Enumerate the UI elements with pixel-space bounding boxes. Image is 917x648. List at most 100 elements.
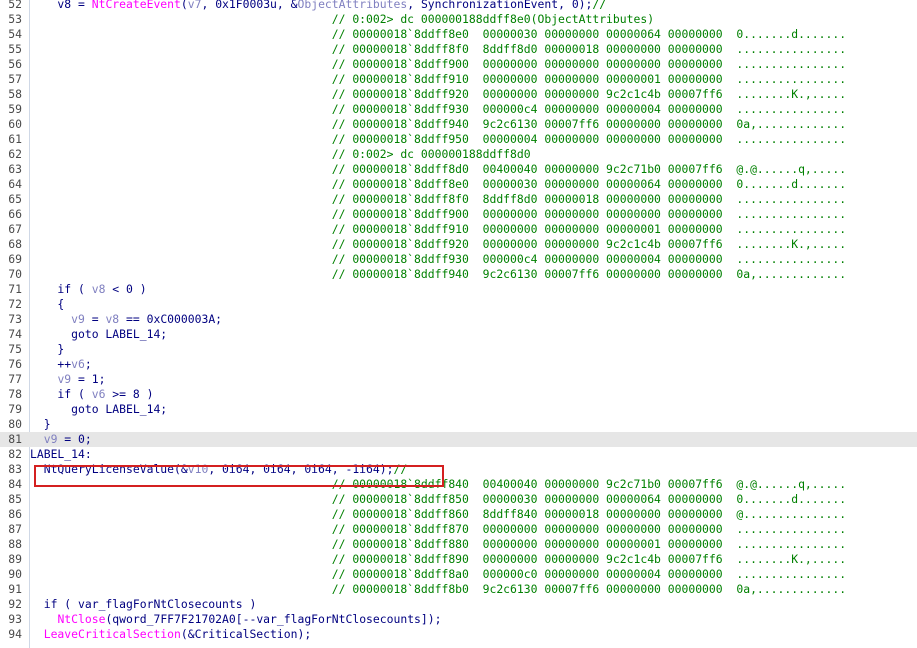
code-token-comment: // 00000018`8ddff950 00000004 00000000 0…: [30, 132, 847, 146]
code-text: ++v6;: [30, 357, 91, 372]
line-number: 77: [8, 372, 22, 386]
code-line[interactable]: 94 LeaveCriticalSection(&CriticalSection…: [0, 627, 917, 642]
code-token-plain: >= 8 ): [105, 387, 154, 401]
line-number: 86: [8, 507, 22, 521]
code-token-plain: (: [180, 0, 188, 11]
code-line[interactable]: 59 // 00000018`8ddff930 000000c4 0000000…: [0, 102, 917, 117]
code-line[interactable]: 72 {: [0, 297, 917, 312]
code-line[interactable]: 61 // 00000018`8ddff950 00000004 0000000…: [0, 132, 917, 147]
code-line[interactable]: 65 // 00000018`8ddff8f0 8ddff8d0 0000001…: [0, 192, 917, 207]
code-line[interactable]: 83 NtQueryLicenseValue(&v10, 0i64, 0i64,…: [0, 462, 917, 477]
line-number: 87: [8, 522, 22, 536]
code-token-func: LeaveCriticalSection: [43, 627, 181, 641]
line-number: 55: [8, 42, 22, 56]
code-line[interactable]: 87 // 00000018`8ddff870 00000000 0000000…: [0, 522, 917, 537]
code-line[interactable]: 71 if ( v8 < 0 ): [0, 282, 917, 297]
code-line[interactable]: 70 // 00000018`8ddff940 9c2c6130 00007ff…: [0, 267, 917, 282]
code-text: if ( v8 < 0 ): [30, 282, 147, 297]
code-line[interactable]: 57 // 00000018`8ddff910 00000000 0000000…: [0, 72, 917, 87]
code-line[interactable]: 76 ++v6;: [0, 357, 917, 372]
code-line[interactable]: 52 v8 = NtCreateEvent(v7, 0x1F0003u, &Ob…: [0, 0, 917, 12]
code-line[interactable]: 86 // 00000018`8ddff860 8ddff840 0000001…: [0, 507, 917, 522]
code-text: // 00000018`8ddff940 9c2c6130 00007ff6 0…: [30, 267, 846, 282]
code-token-plain: }: [30, 342, 65, 356]
line-number: 52: [8, 0, 22, 11]
code-text: v9 = v8 == 0xC000003A;: [30, 312, 222, 327]
code-line[interactable]: 55 // 00000018`8ddff8f0 8ddff8d0 0000001…: [0, 42, 917, 57]
code-text: {: [30, 297, 64, 312]
code-line[interactable]: 62 // 0:002> dc 000000188ddff8d0: [0, 147, 917, 162]
code-line[interactable]: 79 goto LABEL_14;: [0, 402, 917, 417]
code-line[interactable]: 78 if ( v6 >= 8 ): [0, 387, 917, 402]
code-line[interactable]: 90 // 00000018`8ddff8a0 000000c0 0000000…: [0, 567, 917, 582]
code-line[interactable]: 64 // 00000018`8ddff8e0 00000030 0000000…: [0, 177, 917, 192]
line-number: 75: [8, 342, 22, 356]
code-token-plain: (qword_7FF7F21702A0[--var_flagForNtClose…: [105, 612, 442, 626]
code-line[interactable]: 60 // 00000018`8ddff940 9c2c6130 00007ff…: [0, 117, 917, 132]
code-line[interactable]: 69 // 00000018`8ddff930 000000c4 0000000…: [0, 252, 917, 267]
code-line[interactable]: 54 // 00000018`8ddff8e0 00000030 0000000…: [0, 27, 917, 42]
code-line[interactable]: 92 if ( var_flagForNtClosecounts ): [0, 597, 917, 612]
code-line[interactable]: 80 }: [0, 417, 917, 432]
code-text: LeaveCriticalSection(&CriticalSection);: [30, 627, 311, 642]
code-line[interactable]: 91 // 00000018`8ddff8b0 9c2c6130 00007ff…: [0, 582, 917, 597]
code-token-comment: // 00000018`8ddff880 00000000 00000000 0…: [30, 537, 847, 551]
code-text: // 00000018`8ddff8b0 9c2c6130 00007ff6 0…: [30, 582, 846, 597]
code-line[interactable]: 68 // 00000018`8ddff920 00000000 0000000…: [0, 237, 917, 252]
code-text: NtClose(qword_7FF7F21702A0[--var_flagFor…: [30, 612, 441, 627]
code-line[interactable]: 67 // 00000018`8ddff910 00000000 0000000…: [0, 222, 917, 237]
code-line[interactable]: 58 // 00000018`8ddff920 00000000 0000000…: [0, 87, 917, 102]
code-text: // 00000018`8ddff8e0 00000030 00000000 0…: [30, 177, 846, 192]
code-token-comment: // 00000018`8ddff910 00000000 00000000 0…: [30, 222, 847, 236]
code-text: if ( v6 >= 8 ): [30, 387, 153, 402]
code-line[interactable]: 66 // 00000018`8ddff900 00000000 0000000…: [0, 207, 917, 222]
code-text: }: [30, 417, 51, 432]
line-number: 53: [8, 12, 22, 26]
code-line[interactable]: 77 v9 = 1;: [0, 372, 917, 387]
code-text: // 00000018`8ddff930 000000c4 00000000 0…: [30, 102, 846, 117]
code-line[interactable]: 53 // 0:002> dc 000000188ddff8e0(ObjectA…: [0, 12, 917, 27]
line-number: 85: [8, 492, 22, 506]
code-token-plain: if (: [30, 282, 92, 296]
code-token-plain: (&CriticalSection);: [180, 627, 312, 641]
code-token-comment: // 00000018`8ddff840 00400040 00000000 9…: [30, 477, 847, 491]
line-number: 81: [8, 432, 22, 446]
code-line[interactable]: 73 v9 = v8 == 0xC000003A;: [0, 312, 917, 327]
code-token-plain: = 1;: [71, 372, 106, 386]
code-line[interactable]: 63 // 00000018`8ddff8d0 00400040 0000000…: [0, 162, 917, 177]
code-token-plain: goto LABEL_14;: [30, 327, 168, 341]
code-text: // 00000018`8ddff910 00000000 00000000 0…: [30, 72, 846, 87]
code-token-plain: {: [30, 297, 65, 311]
code-line[interactable]: 88 // 00000018`8ddff880 00000000 0000000…: [0, 537, 917, 552]
code-text: v8 = NtCreateEvent(v7, 0x1F0003u, &Objec…: [30, 0, 606, 12]
code-line[interactable]: 56 // 00000018`8ddff900 00000000 0000000…: [0, 57, 917, 72]
line-number: 62: [8, 147, 22, 161]
line-number: 84: [8, 477, 22, 491]
code-line[interactable]: 93 NtClose(qword_7FF7F21702A0[--var_flag…: [0, 612, 917, 627]
code-text: // 00000018`8ddff870 00000000 00000000 0…: [30, 522, 846, 537]
code-token-comment: //: [592, 0, 607, 11]
line-number: 63: [8, 162, 22, 176]
decompiler-code-view[interactable]: 52 v8 = NtCreateEvent(v7, 0x1F0003u, &Ob…: [0, 0, 917, 648]
code-line[interactable]: 85 // 00000018`8ddff850 00000030 0000000…: [0, 492, 917, 507]
code-text: goto LABEL_14;: [30, 327, 167, 342]
code-line[interactable]: 82 LABEL_14:: [0, 447, 917, 462]
code-token-plain: goto LABEL_14;: [30, 402, 168, 416]
code-token-var: ObjectAttributes: [297, 0, 408, 11]
code-text: // 0:002> dc 000000188ddff8d0: [30, 147, 531, 162]
code-text: // 00000018`8ddff840 00400040 00000000 9…: [30, 477, 846, 492]
line-number: 68: [8, 237, 22, 251]
code-token-plain: < 0 ): [105, 282, 147, 296]
code-token-plain: == 0xC000003A;: [119, 312, 223, 326]
code-token-var: v10: [187, 462, 209, 476]
code-line[interactable]: 75 }: [0, 342, 917, 357]
code-line[interactable]: 74 goto LABEL_14;: [0, 327, 917, 342]
code-token-plain: NtQueryLicenseValue(&: [30, 462, 188, 476]
code-line[interactable]: 89 // 00000018`8ddff890 00000000 0000000…: [0, 552, 917, 567]
code-line[interactable]: 81 v9 = 0;: [0, 432, 917, 447]
code-line[interactable]: 84 // 00000018`8ddff840 00400040 0000000…: [0, 477, 917, 492]
